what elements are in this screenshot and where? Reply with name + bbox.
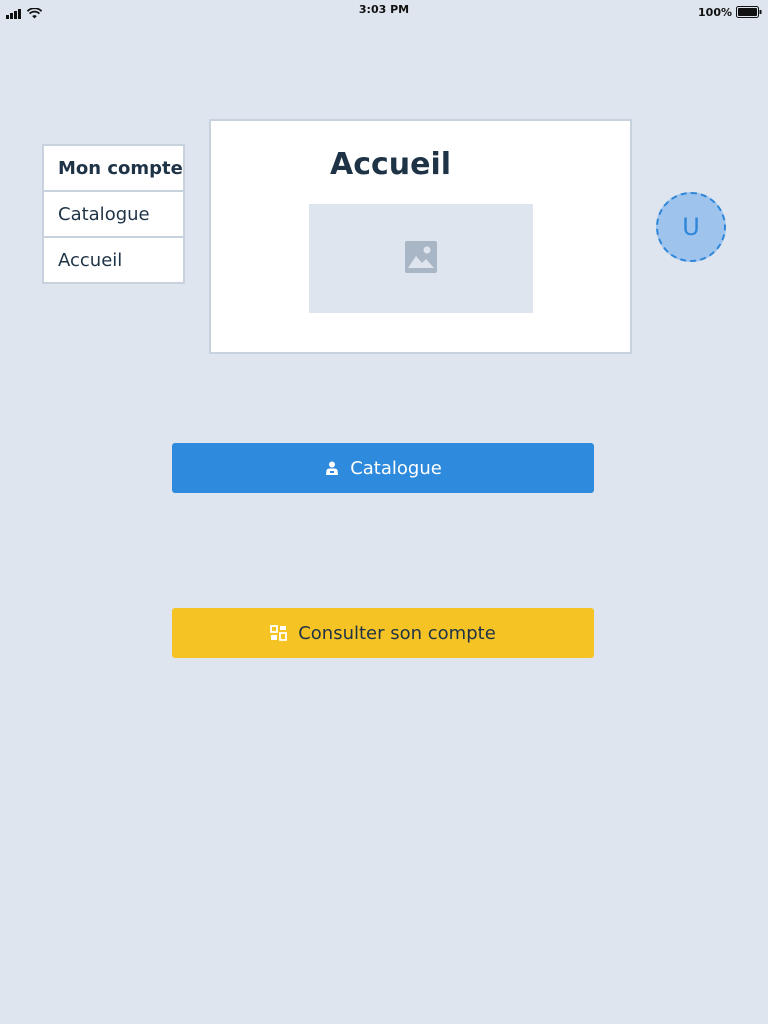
catalogue-button[interactable]: Catalogue — [172, 443, 594, 493]
menu-item-mon-compte[interactable]: Mon compte — [42, 144, 185, 192]
menu-item-label: Mon compte — [58, 157, 183, 179]
menu-item-accueil[interactable]: Accueil — [42, 236, 185, 284]
image-placeholder — [309, 204, 533, 313]
home-card: Accueil — [209, 119, 632, 354]
page-title: Accueil — [330, 147, 452, 182]
consult-account-button[interactable]: Consulter son compte — [172, 608, 594, 658]
menu-item-label: Catalogue — [58, 203, 150, 225]
user-icon — [324, 460, 340, 476]
consult-account-button-label: Consulter son compte — [298, 622, 496, 644]
image-icon — [405, 240, 437, 277]
menu-item-catalogue[interactable]: Catalogue — [42, 190, 185, 238]
account-icon — [270, 625, 288, 641]
avatar[interactable]: U — [656, 192, 726, 262]
menu-item-label: Accueil — [58, 249, 123, 271]
battery-icon — [736, 3, 762, 22]
avatar-initial: U — [682, 213, 700, 241]
status-time: 3:03 PM — [358, 3, 410, 16]
status-right: 100% — [698, 3, 762, 22]
status-bar: 3:03 PM 100% — [0, 0, 768, 20]
side-menu: Mon compte Catalogue Accueil — [42, 144, 185, 284]
battery-percentage: 100% — [698, 6, 732, 19]
catalogue-button-label: Catalogue — [350, 457, 442, 479]
